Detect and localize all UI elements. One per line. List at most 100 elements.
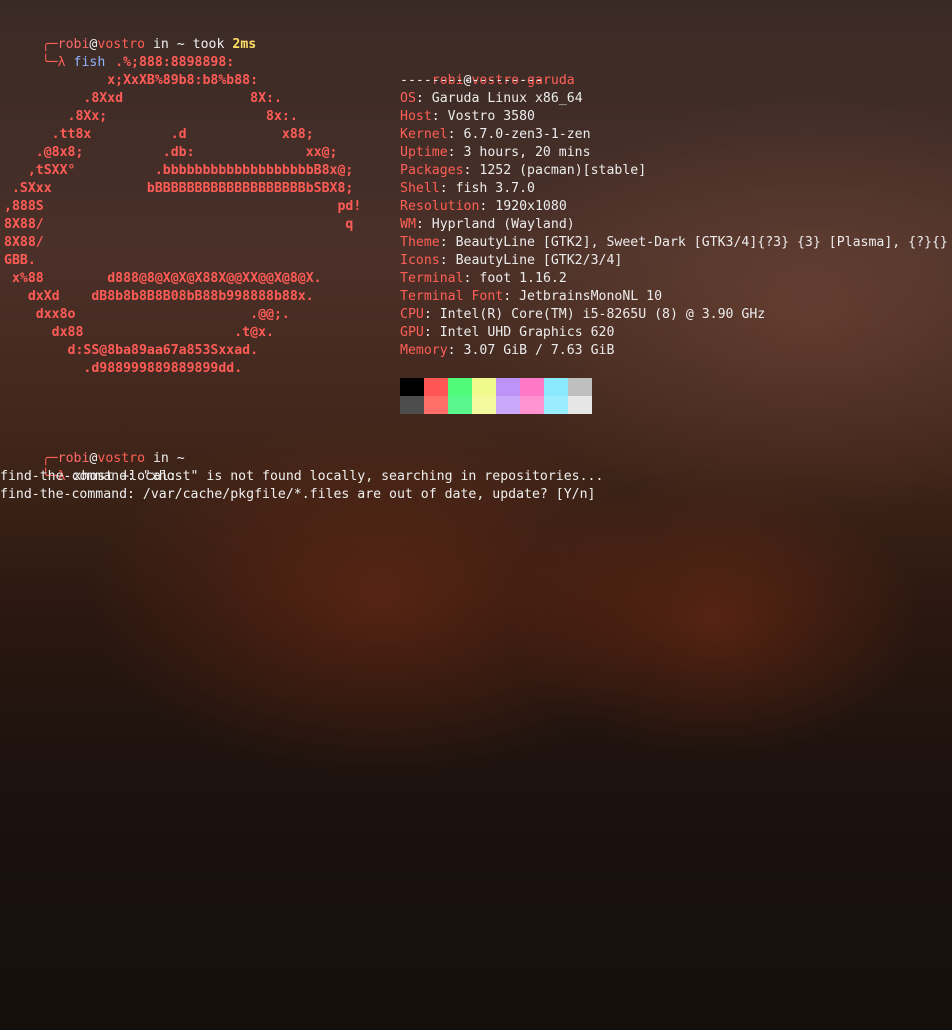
prompt-dir: ~ bbox=[176, 451, 185, 466]
info-colon: : bbox=[463, 271, 480, 286]
info-key: GPU bbox=[400, 325, 424, 340]
prompt-line-1: ╭─robi@vostro in ~ took 2ms bbox=[10, 18, 256, 52]
color-swatch bbox=[544, 378, 568, 396]
info-row: Resolution: 1920x1080 bbox=[400, 198, 567, 216]
info-value: 1920x1080 bbox=[495, 199, 567, 214]
info-row: Packages: 1252 (pacman)[stable] bbox=[400, 162, 646, 180]
info-row: OS: Garuda Linux x86_64 bbox=[400, 90, 583, 108]
info-key: CPU bbox=[400, 307, 424, 322]
color-swatch bbox=[496, 396, 520, 414]
info-colon: : bbox=[479, 199, 496, 214]
info-key: Resolution bbox=[400, 199, 480, 214]
ascii-logo-line: .%;888:8898898: bbox=[4, 55, 235, 70]
prompt-took-label: took bbox=[184, 37, 233, 52]
info-colon: : bbox=[463, 163, 480, 178]
ascii-logo-line: x;XxXB%89b8:b8%b88: bbox=[4, 73, 259, 88]
info-row: GPU: Intel UHD Graphics 620 bbox=[400, 324, 614, 342]
info-key: Icons bbox=[400, 253, 440, 268]
info-row: CPU: Intel(R) Core(TM) i5-8265U (8) @ 3.… bbox=[400, 306, 765, 324]
info-value: BeautyLine [GTK2], Sweet-Dark [GTK3/4]{?… bbox=[455, 235, 948, 250]
info-row: Memory: 3.07 GiB / 7.63 GiB bbox=[400, 342, 614, 360]
info-row: Terminal: foot 1.16.2 bbox=[400, 270, 567, 288]
color-swatch bbox=[520, 396, 544, 414]
color-swatch bbox=[568, 396, 592, 414]
info-value: Garuda Linux x86_64 bbox=[431, 91, 583, 106]
info-value: BeautyLine [GTK2/3/4] bbox=[455, 253, 623, 268]
ascii-logo-line: 8X88/ bbox=[4, 235, 44, 250]
color-swatch bbox=[448, 378, 472, 396]
info-value: Hyprland (Wayland) bbox=[431, 217, 575, 232]
info-value: fish 3.7.0 bbox=[455, 181, 535, 196]
info-colon: : bbox=[423, 307, 440, 322]
ascii-logo-line: ,tSXX° .bbbbbbbbbbbbbbbbbbbB8x@; bbox=[4, 163, 354, 178]
ascii-logo-line: dx88 .t@x. bbox=[4, 325, 274, 340]
info-row: WM: Hyprland (Wayland) bbox=[400, 216, 575, 234]
color-swatch bbox=[520, 378, 544, 396]
info-row: Host: Vostro 3580 bbox=[400, 108, 535, 126]
info-colon: : bbox=[439, 235, 456, 250]
ascii-logo-line: .d988999889889899dd. bbox=[4, 361, 243, 376]
ascii-logo-line: .8Xxd 8X:. bbox=[4, 91, 282, 106]
info-key: WM bbox=[400, 217, 416, 232]
ascii-logo-line: .8Xx; 8x:. bbox=[4, 109, 298, 124]
info-key: Uptime bbox=[400, 145, 448, 160]
info-row: Kernel: 6.7.0-zen3-1-zen bbox=[400, 126, 591, 144]
ascii-logo-line: dxXd dB8b8b8B8B08bB88b998888b88x. bbox=[4, 289, 314, 304]
info-colon: : bbox=[423, 325, 440, 340]
info-separator: ------------------ bbox=[400, 73, 543, 88]
info-value: JetbrainsMonoNL 10 bbox=[519, 289, 663, 304]
info-colon: : bbox=[447, 145, 464, 160]
color-swatch bbox=[472, 396, 496, 414]
info-key: OS bbox=[400, 91, 416, 106]
color-swatch bbox=[496, 378, 520, 396]
ascii-logo-line: dxx8o .@@;. bbox=[4, 307, 290, 322]
output-line: find-the-command: /var/cache/pkgfile/*.f… bbox=[0, 487, 596, 502]
terminal-window[interactable]: ╭─robi@vostro in ~ took 2ms ╰─λ fish .%;… bbox=[0, 0, 952, 1030]
info-value: foot 1.16.2 bbox=[479, 271, 567, 286]
info-colon: : bbox=[447, 127, 464, 142]
info-colon: : bbox=[415, 217, 432, 232]
info-title: robi@vostro-garuda bbox=[400, 54, 575, 88]
info-key: Memory bbox=[400, 343, 448, 358]
color-swatch bbox=[400, 378, 424, 396]
info-value: 3 hours, 20 mins bbox=[463, 145, 591, 160]
color-swatch bbox=[448, 396, 472, 414]
color-swatch bbox=[424, 396, 448, 414]
color-swatch bbox=[472, 378, 496, 396]
prompt-line-2: ╭─robi@vostro in ~ bbox=[10, 432, 185, 466]
info-value: 1252 (pacman)[stable] bbox=[479, 163, 647, 178]
info-value: Intel(R) Core(TM) i5-8265U (8) @ 3.90 GH… bbox=[439, 307, 766, 322]
info-key: Shell bbox=[400, 181, 440, 196]
prompt-in-label: in bbox=[145, 37, 177, 52]
ascii-logo-line: .tt8x .d x88; bbox=[4, 127, 314, 142]
info-colon: : bbox=[415, 91, 432, 106]
info-key: Terminal bbox=[400, 271, 464, 286]
ascii-logo-line: x%88 d888@8@X@X@X88X@@XX@@X@8@X. bbox=[4, 271, 322, 286]
info-row: Uptime: 3 hours, 20 mins bbox=[400, 144, 591, 162]
info-row: Theme: BeautyLine [GTK2], Sweet-Dark [GT… bbox=[400, 234, 948, 252]
ascii-logo-line: ,888S pd! bbox=[4, 199, 362, 214]
info-colon: : bbox=[439, 253, 456, 268]
ascii-logo-line: 8X88/ q bbox=[4, 217, 354, 232]
color-swatch bbox=[424, 378, 448, 396]
info-colon: : bbox=[439, 181, 456, 196]
command-line-1: ╰─λ fish bbox=[10, 36, 106, 70]
prompt-duration: 2ms bbox=[232, 37, 257, 52]
info-key: Host bbox=[400, 109, 432, 124]
ascii-logo-line: d:SS@8ba89aa67a853Sxxad. bbox=[4, 343, 259, 358]
info-colon: : bbox=[447, 343, 464, 358]
info-value: Vostro 3580 bbox=[447, 109, 535, 124]
info-value: 6.7.0-zen3-1-zen bbox=[463, 127, 591, 142]
output-line: find-the-command: "xhost" is not found l… bbox=[0, 469, 604, 484]
info-colon: : bbox=[503, 289, 520, 304]
info-value: 3.07 GiB / 7.63 GiB bbox=[463, 343, 615, 358]
info-key: Kernel bbox=[400, 127, 448, 142]
info-key: Theme bbox=[400, 235, 440, 250]
prompt-dir: ~ bbox=[176, 37, 185, 52]
color-swatch bbox=[400, 396, 424, 414]
info-row: Icons: BeautyLine [GTK2/3/4] bbox=[400, 252, 622, 270]
info-key: Terminal Font bbox=[400, 289, 504, 304]
color-swatch bbox=[568, 378, 592, 396]
info-value: Intel UHD Graphics 620 bbox=[439, 325, 615, 340]
info-key: Packages bbox=[400, 163, 464, 178]
